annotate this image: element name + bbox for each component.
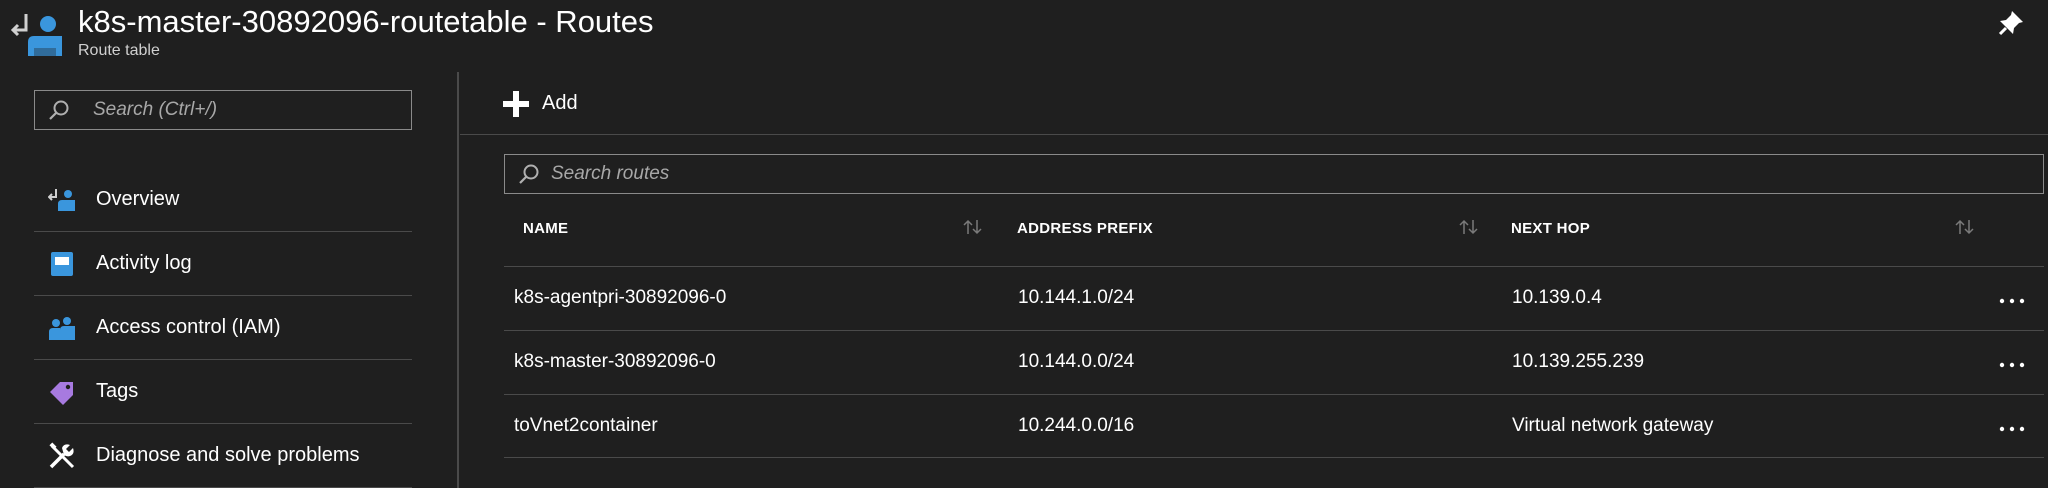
main-content: Add Search routes NAME ADDRESS PREFIX NE… [460,68,2048,488]
overview-icon [48,189,75,211]
route-name: k8s-master-30892096-0 [514,351,716,372]
route-name: k8s-agentpri-30892096-0 [514,287,727,308]
table-row[interactable]: k8s-master-30892096-0 10.144.0.0/24 10.1… [504,330,2044,394]
sidebar-item-overview[interactable]: Overview [34,168,412,232]
sidebar-divider [457,72,459,488]
sidebar-search-input[interactable]: Search (Ctrl+/) [34,90,412,130]
add-button-label: Add [542,92,578,114]
tag-icon [50,382,73,405]
route-next-hop: Virtual network gateway [1512,415,1714,436]
route-table-icon [10,14,62,56]
wrench-icon [49,442,75,469]
sidebar-item-label: Access control (IAM) [96,316,281,338]
route-next-hop: 10.139.255.239 [1512,351,1645,372]
sidebar-item-diagnose[interactable]: Diagnose and solve problems [34,424,412,488]
blade-header: k8s-master-30892096-routetable - Routes … [0,0,2048,68]
sidebar-item-label: Tags [96,380,139,402]
access-control-icon [49,317,75,340]
column-header-next-hop[interactable]: NEXT HOP [1511,220,1590,237]
page-subtitle: Route table [78,42,160,59]
sidebar: Search (Ctrl+/) Overview Activity log Ac… [0,68,458,488]
search-icon [49,100,69,120]
route-address-prefix: 10.144.1.0/24 [1018,287,1135,308]
sidebar-item-activity-log[interactable]: Activity log [34,232,412,296]
pin-icon[interactable] [1998,8,2026,36]
routes-search-placeholder: Search routes [551,163,670,184]
sidebar-item-label: Diagnose and solve problems [96,444,360,466]
toolbar-divider [460,134,2048,135]
route-address-prefix: 10.244.0.0/16 [1018,415,1135,436]
sidebar-item-tags[interactable]: Tags [34,360,412,424]
activity-log-icon [51,252,73,276]
sort-icon[interactable] [962,218,984,236]
add-button[interactable]: Add [502,86,622,122]
column-header-name[interactable]: NAME [523,220,568,237]
more-options-icon[interactable] [1994,285,2030,309]
plus-icon [503,91,529,117]
sort-icon[interactable] [1458,218,1480,236]
routes-search-input[interactable]: Search routes [504,154,2044,194]
sidebar-item-label: Overview [96,188,180,210]
sidebar-item-access-control[interactable]: Access control (IAM) [34,296,412,360]
route-next-hop: 10.139.0.4 [1512,287,1602,308]
route-address-prefix: 10.144.0.0/24 [1018,351,1135,372]
table-row[interactable]: toVnet2container 10.244.0.0/16 Virtual n… [504,394,2044,458]
sort-icon[interactable] [1954,218,1976,236]
more-options-icon[interactable] [1994,413,2030,437]
table-row[interactable]: k8s-agentpri-30892096-0 10.144.1.0/24 10… [504,266,2044,330]
sidebar-item-label: Activity log [96,252,192,274]
page-title: k8s-master-30892096-routetable - Routes [78,4,654,39]
more-options-icon[interactable] [1994,349,2030,373]
search-icon [519,164,539,184]
sidebar-search-placeholder: Search (Ctrl+/) [93,99,218,120]
column-header-address-prefix[interactable]: ADDRESS PREFIX [1017,220,1153,237]
route-name: toVnet2container [514,415,658,436]
